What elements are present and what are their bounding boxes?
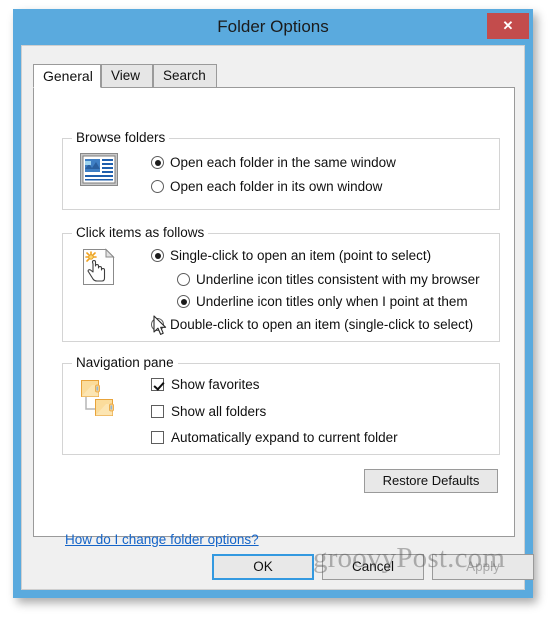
checkbox-show-favorites[interactable]: Show favorites [151, 377, 260, 392]
radio-open-same-window-label: Open each folder in the same window [170, 155, 396, 170]
group-browse-folders: Browse folders Open each folder in the s… [62, 130, 500, 210]
tab-strip: General View Search [33, 64, 515, 88]
group-navigation-pane: Navigation pane Show favorites Show all … [62, 355, 500, 455]
help-link[interactable]: How do I change folder options? [65, 532, 259, 547]
folder-options-dialog: Folder Options ✕ General View Search Bro… [13, 9, 534, 598]
radio-indicator [177, 273, 190, 286]
checkbox-indicator [151, 431, 164, 444]
radio-indicator [151, 318, 164, 331]
radio-open-same-window[interactable]: Open each folder in the same window [151, 155, 396, 170]
tab-view[interactable]: View [101, 64, 153, 88]
close-icon[interactable]: ✕ [487, 13, 529, 39]
radio-indicator [151, 180, 164, 193]
radio-underline-point[interactable]: Underline icon titles only when I point … [177, 294, 468, 309]
checkbox-auto-expand[interactable]: Automatically expand to current folder [151, 430, 398, 445]
radio-single-click-label: Single-click to open an item (point to s… [170, 248, 432, 263]
group-browse-folders-title: Browse folders [72, 130, 170, 145]
radio-open-own-window-label: Open each folder in its own window [170, 179, 383, 194]
title-bar: Folder Options ✕ [13, 9, 533, 45]
radio-underline-browser-label: Underline icon titles consistent with my… [196, 272, 480, 287]
tab-search[interactable]: Search [153, 64, 217, 88]
checkbox-auto-expand-label: Automatically expand to current folder [171, 430, 398, 445]
checkbox-show-favorites-label: Show favorites [171, 377, 260, 392]
apply-button: Apply [432, 554, 534, 580]
cancel-button[interactable]: Cancel [322, 554, 424, 580]
checkbox-show-all-folders-label: Show all folders [171, 404, 267, 419]
radio-double-click-label: Double-click to open an item (single-cli… [170, 317, 474, 332]
tab-general[interactable]: General [33, 64, 101, 88]
window-preview-icon [80, 153, 118, 191]
restore-defaults-button[interactable]: Restore Defaults [364, 469, 498, 493]
page-title: Folder Options [217, 17, 329, 36]
checkbox-indicator [151, 378, 164, 391]
checkbox-indicator [151, 405, 164, 418]
radio-indicator [151, 156, 164, 169]
checkbox-show-all-folders[interactable]: Show all folders [151, 404, 266, 419]
ok-button[interactable]: OK [212, 554, 314, 580]
hand-pointer-document-icon [80, 248, 118, 291]
dialog-body: General View Search Browse folders Open … [21, 45, 534, 590]
group-navigation-pane-title: Navigation pane [72, 355, 178, 370]
radio-underline-browser[interactable]: Underline icon titles consistent with my… [177, 272, 480, 287]
group-click-items-title: Click items as follows [72, 225, 209, 240]
radio-indicator [151, 249, 164, 262]
tab-page-general: Browse folders Open each folder in the s… [33, 87, 515, 547]
radio-double-click[interactable]: Double-click to open an item (single-cli… [151, 317, 473, 332]
radio-underline-point-label: Underline icon titles only when I point … [196, 294, 468, 309]
radio-open-own-window[interactable]: Open each folder in its own window [151, 179, 382, 194]
radio-single-click[interactable]: Single-click to open an item (point to s… [151, 248, 431, 263]
folder-tree-icon [80, 377, 120, 424]
radio-indicator [177, 295, 190, 308]
group-click-items: Click items as follows Single-click to o… [62, 225, 500, 342]
